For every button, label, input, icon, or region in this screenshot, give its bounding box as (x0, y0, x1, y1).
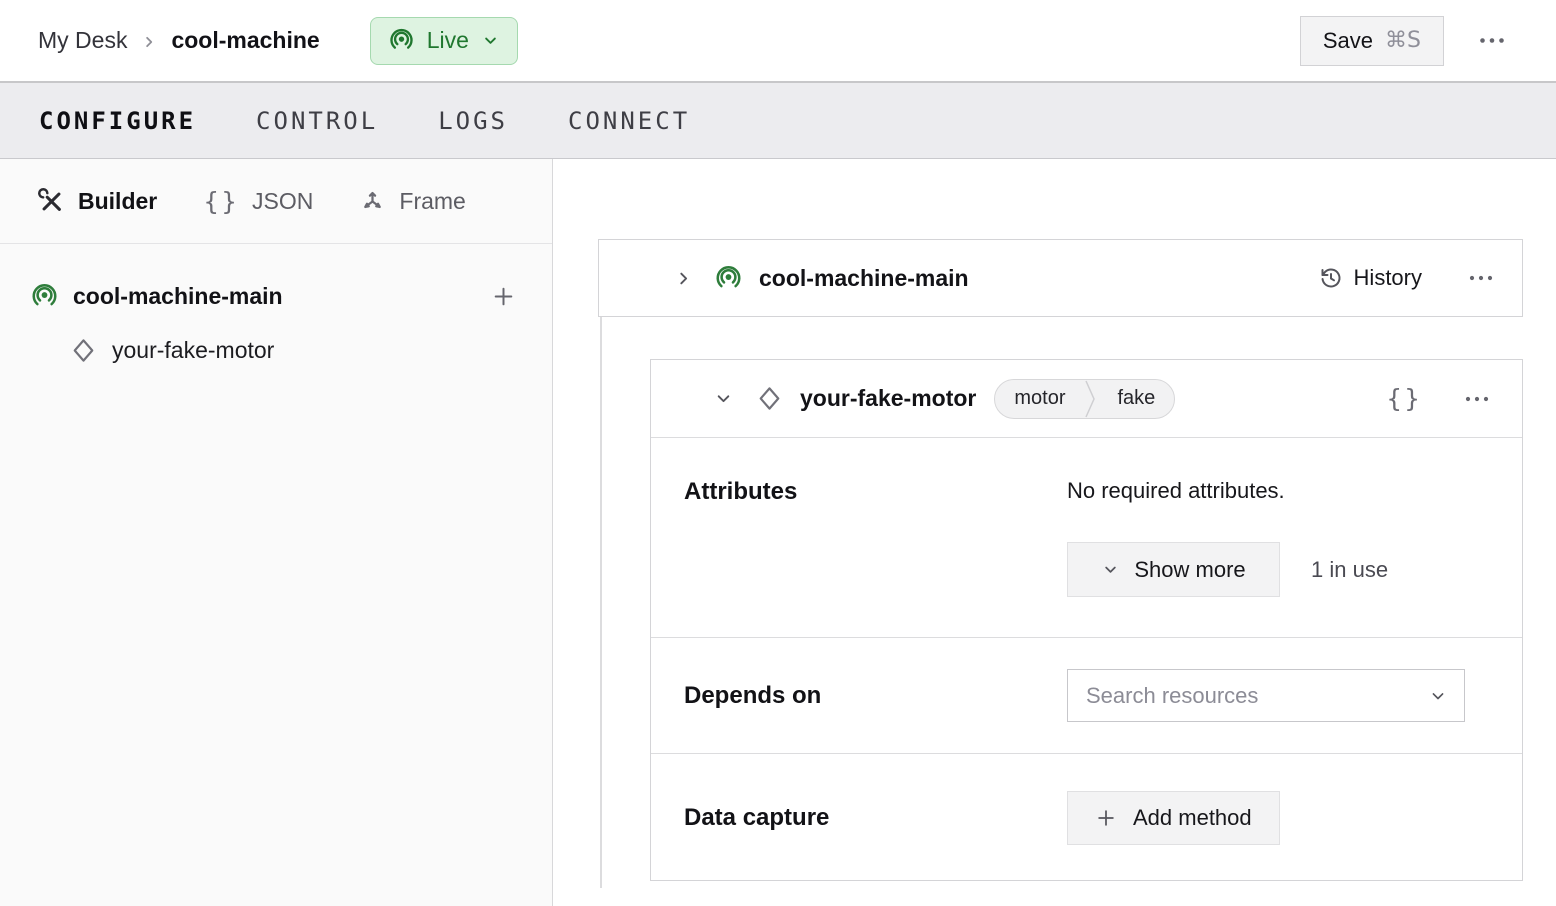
add-method-button-label: Add method (1133, 804, 1252, 830)
top-bar: My Desk cool-machine Live Save ⌘S (0, 0, 1556, 83)
mode-builder-label: Builder (78, 187, 158, 214)
tab-control[interactable]: CONTROL (256, 103, 378, 139)
config-sidebar: Builder {} JSON Frame cool-machine-main … (0, 159, 553, 906)
breadcrumb: My Desk cool-machine (38, 27, 320, 54)
save-button[interactable]: Save ⌘S (1299, 15, 1444, 66)
history-icon (1319, 266, 1343, 290)
tree-item-label: cool-machine-main (73, 282, 283, 309)
ellipsis-icon (1464, 395, 1490, 403)
part-card-title: cool-machine-main (759, 264, 969, 291)
mode-frame[interactable]: Frame (359, 187, 466, 215)
add-component-button[interactable] (485, 278, 522, 315)
tag-divider-chevron (1084, 380, 1098, 418)
tree-item-motor[interactable]: your-fake-motor (0, 322, 552, 378)
mode-builder[interactable]: Builder (38, 188, 157, 215)
save-button-label: Save (1322, 27, 1374, 53)
machine-status-dropdown[interactable]: Live (369, 16, 518, 65)
tab-connect[interactable]: CONNECT (568, 103, 690, 139)
config-main-panel: cool-machine-main History your-fake-moto… (553, 159, 1556, 906)
attributes-empty-text: No required attributes. (1067, 478, 1285, 503)
chevron-down-icon (1101, 560, 1120, 579)
tree-connector-line (600, 317, 602, 888)
chevron-down-icon (481, 31, 500, 50)
plus-icon (491, 284, 516, 309)
machine-part-card: cool-machine-main History (598, 239, 1523, 317)
tree-item-machine-part[interactable]: cool-machine-main (0, 270, 552, 322)
history-button-label: History (1353, 265, 1422, 290)
chevron-down-icon[interactable] (1428, 686, 1448, 706)
tree-item-label: your-fake-motor (112, 336, 275, 363)
depends-on-section: Depends on (651, 638, 1522, 754)
chevron-right-icon (140, 33, 158, 51)
show-more-button-label: Show more (1134, 556, 1246, 582)
show-more-button[interactable]: Show more (1067, 542, 1280, 597)
resource-overflow-menu-button[interactable] (1458, 389, 1496, 409)
part-card-overflow-menu-button[interactable] (1462, 268, 1500, 288)
header-overflow-menu-button[interactable] (1472, 30, 1512, 51)
mode-frame-label: Frame (399, 187, 466, 214)
machine-tab-bar: CONFIGURE CONTROL LOGS CONNECT (0, 83, 1556, 159)
machine-status-label: Live (426, 27, 469, 53)
data-capture-section-label: Data capture (684, 803, 830, 831)
plus-icon (1095, 807, 1117, 829)
expand-part-card-button[interactable] (669, 264, 698, 293)
broadcast-icon (30, 282, 59, 311)
depends-on-search-select[interactable] (1067, 669, 1465, 722)
diamond-icon (756, 385, 783, 412)
broadcast-icon (388, 27, 415, 54)
add-method-button[interactable]: Add method (1067, 790, 1280, 845)
mode-json-label: JSON (252, 187, 314, 214)
save-shortcut-hint: ⌘S (1385, 28, 1421, 53)
workspace: Builder {} JSON Frame cool-machine-main … (0, 159, 1556, 906)
ellipsis-icon (1478, 36, 1506, 45)
resource-tree: cool-machine-main your-fake-motor (0, 244, 552, 378)
chevron-right-icon (673, 268, 694, 289)
resource-model-tag: fake (1117, 387, 1156, 409)
resource-type-tag: motor (1014, 387, 1066, 409)
broadcast-icon (714, 264, 743, 293)
attributes-section-label: Attributes (684, 478, 798, 505)
attributes-usage-text: 1 in use (1311, 556, 1389, 582)
data-capture-section: Data capture Add method (651, 754, 1522, 881)
resource-card-title: your-fake-motor (800, 385, 977, 411)
braces-icon: {} (1386, 384, 1422, 413)
search-resources-input[interactable] (1086, 682, 1428, 709)
braces-icon: {} (203, 186, 240, 216)
ellipsis-icon (1468, 274, 1494, 282)
chevron-down-icon (713, 388, 734, 409)
frame-axes-icon (359, 188, 386, 215)
attributes-section: Attributes No required attributes. Show … (651, 438, 1522, 638)
collapse-resource-card-button[interactable] (709, 384, 738, 413)
tab-logs[interactable]: LOGS (438, 103, 508, 139)
mode-json[interactable]: {} JSON (203, 187, 313, 216)
tab-configure[interactable]: CONFIGURE (39, 103, 196, 139)
depends-on-section-label: Depends on (684, 681, 822, 709)
attributes-actions: Show more 1 in use (1067, 542, 1388, 597)
resource-card-header: your-fake-motor motor fake {} (651, 360, 1522, 438)
resource-card: your-fake-motor motor fake {} Attributes… (650, 359, 1523, 881)
breadcrumb-parent-link[interactable]: My Desk (38, 27, 127, 54)
breadcrumb-current: cool-machine (171, 27, 320, 53)
resource-type-badge: motor fake (994, 378, 1176, 419)
history-button[interactable]: History (1319, 265, 1422, 291)
tools-icon (38, 187, 65, 215)
config-mode-switcher: Builder {} JSON Frame (0, 159, 552, 244)
attributes-section-value: No required attributes. Show more 1 in u… (1067, 438, 1388, 637)
diamond-icon (70, 337, 97, 364)
view-json-button[interactable]: {} (1380, 378, 1428, 419)
